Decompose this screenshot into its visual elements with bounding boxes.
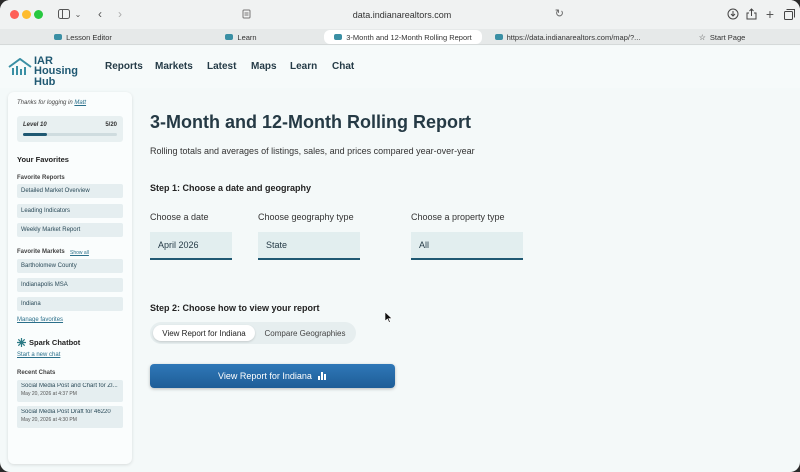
reload-icon[interactable]: ↻ (555, 7, 564, 20)
favorite-market-item[interactable]: Indianapolis MSA (17, 278, 123, 292)
tab-learn[interactable]: Learn (166, 30, 316, 44)
mouse-cursor-icon (385, 312, 393, 323)
date-select[interactable]: April 2026 (150, 232, 232, 260)
forward-icon[interactable]: › (112, 6, 128, 22)
nav-latest[interactable]: Latest (207, 61, 236, 72)
nav-maps[interactable]: Maps (251, 61, 277, 72)
recent-chats-label: Recent Chats (17, 370, 56, 376)
site-favicon-icon (494, 34, 503, 40)
user-link[interactable]: Matt (74, 100, 86, 106)
date-label: Choose a date (150, 212, 209, 222)
minimize-window-button[interactable] (22, 10, 31, 19)
tab-start-page[interactable]: ☆ Start Page (652, 30, 792, 44)
close-window-button[interactable] (10, 10, 19, 19)
tab-lesson-editor[interactable]: Lesson Editor (8, 30, 158, 44)
recent-chat-item[interactable]: Social Media Post Draft for 46220 May 20… (17, 406, 123, 428)
tab-map[interactable]: https://data.indianarealtors.com/map/?..… (490, 30, 645, 44)
nav-chat[interactable]: Chat (332, 61, 354, 72)
favorite-market-item[interactable]: Indiana (17, 297, 123, 311)
geography-select[interactable]: State (258, 232, 360, 260)
zoom-window-button[interactable] (34, 10, 43, 19)
favorites-heading: Your Favorites (17, 155, 69, 164)
login-greeting: Thanks for logging in Matt (17, 100, 86, 106)
sidebar: Thanks for logging in Matt Level 10 5/20… (8, 92, 132, 464)
level-progress-card: Level 10 5/20 (17, 116, 123, 142)
nav-learn[interactable]: Learn (290, 61, 317, 72)
tab-label: Learn (237, 32, 257, 42)
favorite-reports-label: Favorite Reports (17, 175, 65, 181)
star-icon: ☆ (698, 32, 706, 42)
logo-text-line2: Housing Hub (34, 65, 78, 88)
chevron-down-icon[interactable]: ⌄ (70, 6, 86, 22)
site-favicon-icon (54, 34, 63, 40)
house-logo-icon (8, 58, 32, 75)
level-progress-bar (23, 133, 117, 136)
favorite-report-item[interactable]: Weekly Market Report (17, 223, 123, 237)
url-text: data.indianarealtors.com (352, 9, 452, 20)
tab-label: Start Page (709, 32, 746, 42)
recent-chat-item[interactable]: Social Media Post and Chart for ZI... Ma… (17, 380, 123, 402)
site-info-icon[interactable] (242, 9, 251, 19)
greeting-text: Thanks for logging in (17, 100, 75, 106)
chat-title: Social Media Post and Chart for ZI... (21, 383, 118, 389)
site-favicon-icon (334, 34, 343, 40)
bar-chart-icon (317, 372, 327, 380)
favorite-markets-label: Favorite Markets (17, 249, 65, 255)
downloads-icon[interactable] (725, 6, 741, 22)
view-single-report-option[interactable]: View Report for Indiana (153, 325, 255, 341)
back-icon[interactable]: ‹ (92, 6, 108, 22)
chat-date: May 20, 2026 at 4:30 PM (21, 417, 77, 423)
favorite-report-item[interactable]: Detailed Market Overview (17, 184, 123, 198)
geography-label: Choose geography type (258, 212, 354, 222)
page-title: 3-Month and 12-Month Rolling Report (150, 112, 471, 132)
spark-icon (17, 338, 26, 347)
chat-date: May 20, 2026 at 4:37 PM (21, 391, 77, 397)
level-progress-fill (23, 133, 47, 136)
show-all-link[interactable]: Show all (70, 250, 89, 256)
page-subtitle: Rolling totals and averages of listings,… (150, 146, 475, 156)
step2-heading: Step 2: Choose how to view your report (150, 303, 320, 313)
tab-label: Lesson Editor (66, 32, 112, 42)
tab-label: 3-Month and 12-Month Rolling Report (346, 32, 472, 42)
chatbot-heading: Spark Chatbot (29, 338, 81, 347)
tab-bar: Lesson Editor Learn 3-Month and 12-Month… (0, 29, 800, 45)
view-report-button[interactable]: View Report for Indiana (150, 364, 395, 388)
address-bar[interactable]: data.indianarealtors.com ↻ (232, 5, 572, 24)
chat-title: Social Media Post Draft for 46220 (21, 409, 111, 415)
browser-titlebar: ⌄ ‹ › data.indianarealtors.com ↻ + (0, 0, 800, 29)
favorite-market-item[interactable]: Bartholomew County (17, 259, 123, 273)
nav-markets[interactable]: Markets (155, 61, 193, 72)
nav-reports[interactable]: Reports (105, 61, 143, 72)
view-report-button-label: View Report for Indiana (218, 371, 312, 381)
site-header: IAR Housing Hub Reports Markets Latest M… (0, 46, 800, 88)
property-type-select[interactable]: All (411, 232, 523, 260)
share-icon[interactable] (743, 6, 759, 22)
new-chat-link[interactable]: Start a new chat (17, 352, 60, 358)
manage-favorites-link[interactable]: Manage favorites (17, 317, 63, 323)
favorite-report-item[interactable]: Leading Indicators (17, 204, 123, 218)
step1-heading: Step 1: Choose a date and geography (150, 183, 312, 193)
site-logo[interactable]: IAR Housing Hub (8, 56, 98, 88)
browser-window: ⌄ ‹ › data.indianarealtors.com ↻ + Lesso… (0, 0, 800, 472)
level-count: 5/20 (105, 122, 117, 128)
view-mode-toggle: View Report for Indiana Compare Geograph… (150, 322, 356, 344)
level-label: Level 10 (23, 122, 47, 128)
site-favicon-icon (225, 34, 234, 40)
tab-rolling-report[interactable]: 3-Month and 12-Month Rolling Report (324, 30, 482, 44)
compare-geographies-option[interactable]: Compare Geographies (257, 325, 353, 341)
property-type-label: Choose a property type (411, 212, 505, 222)
tab-overview-icon[interactable] (781, 6, 797, 22)
tab-label: https://data.indianarealtors.com/map/?..… (506, 32, 641, 42)
new-tab-icon[interactable]: + (762, 6, 778, 22)
